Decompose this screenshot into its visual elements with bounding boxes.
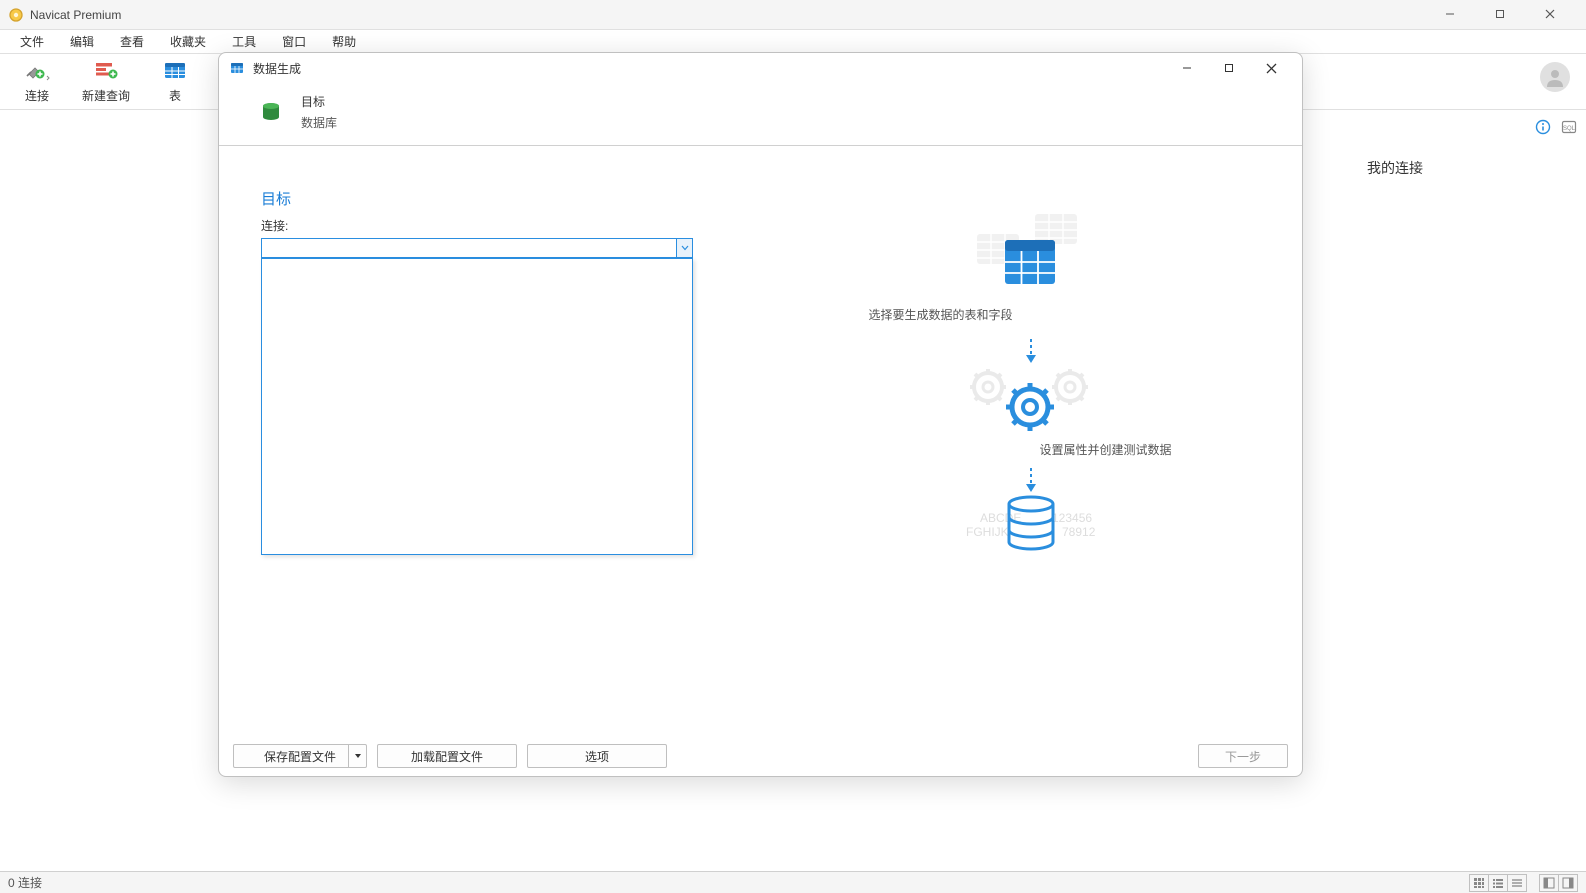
dialog-header-title: 目标: [301, 93, 337, 110]
dialog-header-sub: 数据库: [301, 114, 337, 131]
save-profile-button[interactable]: 保存配置文件: [233, 744, 367, 768]
dialog-footer: 保存配置文件 加载配置文件 选项 下一步: [219, 736, 1302, 776]
sample-num-bot: 78912: [1062, 525, 1096, 539]
tables-illustration-icon: [971, 212, 1091, 292]
next-button[interactable]: 下一步: [1198, 744, 1288, 768]
toolbar-table-label: 表: [169, 87, 181, 104]
step2-text: 设置属性并创建测试数据: [1039, 441, 1171, 458]
connection-dropdown-list[interactable]: [261, 258, 693, 555]
options-label: 选项: [585, 748, 609, 765]
info-icon[interactable]: [1534, 118, 1552, 136]
arrow-down-icon: [1021, 337, 1041, 365]
app-title: Navicat Premium: [30, 8, 1432, 22]
toolbar-connect[interactable]: 连接: [14, 59, 60, 104]
plug-icon: [23, 59, 51, 83]
maximize-button[interactable]: [1482, 8, 1518, 22]
arrow-down-icon-2: [1021, 466, 1041, 494]
menu-favorites[interactable]: 收藏夹: [158, 31, 218, 52]
options-button[interactable]: 选项: [527, 744, 667, 768]
data-generation-dialog: 数据生成 目标 数据库 目标 连接:: [218, 52, 1303, 777]
panel-left-button[interactable]: [1539, 874, 1559, 892]
app-icon: [8, 7, 24, 23]
menubar: 文件 编辑 查看 收藏夹 工具 窗口 帮助: [0, 30, 1586, 54]
toolbar-connect-label: 连接: [25, 87, 49, 104]
load-profile-button[interactable]: 加载配置文件: [377, 744, 517, 768]
status-connections: 0 连接: [8, 874, 42, 891]
status-right: [1469, 874, 1578, 892]
sample-text-mid: FGHIJK: [966, 525, 1009, 539]
section-title: 目标: [261, 188, 701, 209]
sample-num-top: 123456: [1052, 511, 1092, 525]
chevron-down-icon[interactable]: [676, 239, 692, 257]
view-detail-button[interactable]: [1507, 874, 1527, 892]
right-panel: SQL 我的连接: [1318, 118, 1578, 178]
svg-text:SQL: SQL: [1563, 126, 1576, 132]
connection-label: 连接:: [261, 217, 701, 234]
gears-illustration-icon: [966, 365, 1096, 435]
load-profile-label: 加载配置文件: [411, 748, 483, 765]
view-list-button[interactable]: [1488, 874, 1508, 892]
dialog-illustration: 选择要生成数据的表和字段: [701, 188, 1260, 722]
menu-view[interactable]: 查看: [108, 31, 156, 52]
next-label: 下一步: [1225, 748, 1261, 765]
dialog-window-controls: [1166, 55, 1292, 81]
dialog-minimize-button[interactable]: [1166, 55, 1208, 81]
menu-tools[interactable]: 工具: [220, 31, 268, 52]
my-connection-label: 我的连接: [1318, 158, 1578, 178]
dialog-body-left: 目标 连接:: [261, 188, 701, 722]
save-profile-label: 保存配置文件: [264, 748, 336, 765]
toolbar-new-query-label: 新建查询: [82, 87, 130, 104]
dialog-titlebar: 数据生成: [219, 53, 1302, 83]
minimize-button[interactable]: [1432, 8, 1468, 22]
main-titlebar: Navicat Premium: [0, 0, 1586, 30]
menu-help[interactable]: 帮助: [320, 31, 368, 52]
main-window-controls: [1432, 8, 1578, 22]
dialog-body: 目标 连接:: [219, 146, 1302, 736]
database-icon: [259, 100, 283, 124]
connection-input[interactable]: [262, 239, 676, 257]
database-result-icon: ABCDE FGHIJK 123456 78912: [946, 494, 1116, 558]
connection-dropdown[interactable]: [261, 238, 693, 258]
close-button[interactable]: [1532, 8, 1568, 22]
sql-icon[interactable]: SQL: [1560, 118, 1578, 136]
dialog-maximize-button[interactable]: [1208, 55, 1250, 81]
menu-edit[interactable]: 编辑: [58, 31, 106, 52]
menu-file[interactable]: 文件: [8, 31, 56, 52]
panel-right-button[interactable]: [1558, 874, 1578, 892]
step1-text: 选择要生成数据的表和字段: [868, 306, 1012, 323]
table-icon: [161, 59, 189, 83]
menu-window[interactable]: 窗口: [270, 31, 318, 52]
save-profile-dropdown-arrow[interactable]: [348, 745, 366, 767]
view-grid-button[interactable]: [1469, 874, 1489, 892]
toolbar-new-query[interactable]: 新建查询: [82, 59, 130, 104]
dialog-icon: [229, 60, 245, 76]
dialog-close-button[interactable]: [1250, 55, 1292, 81]
toolbar-table[interactable]: 表: [152, 59, 198, 104]
avatar[interactable]: [1540, 62, 1570, 92]
statusbar: 0 连接: [0, 871, 1586, 893]
dialog-title: 数据生成: [253, 60, 1166, 77]
new-query-icon: [92, 59, 120, 83]
dialog-header: 目标 数据库: [219, 83, 1302, 146]
